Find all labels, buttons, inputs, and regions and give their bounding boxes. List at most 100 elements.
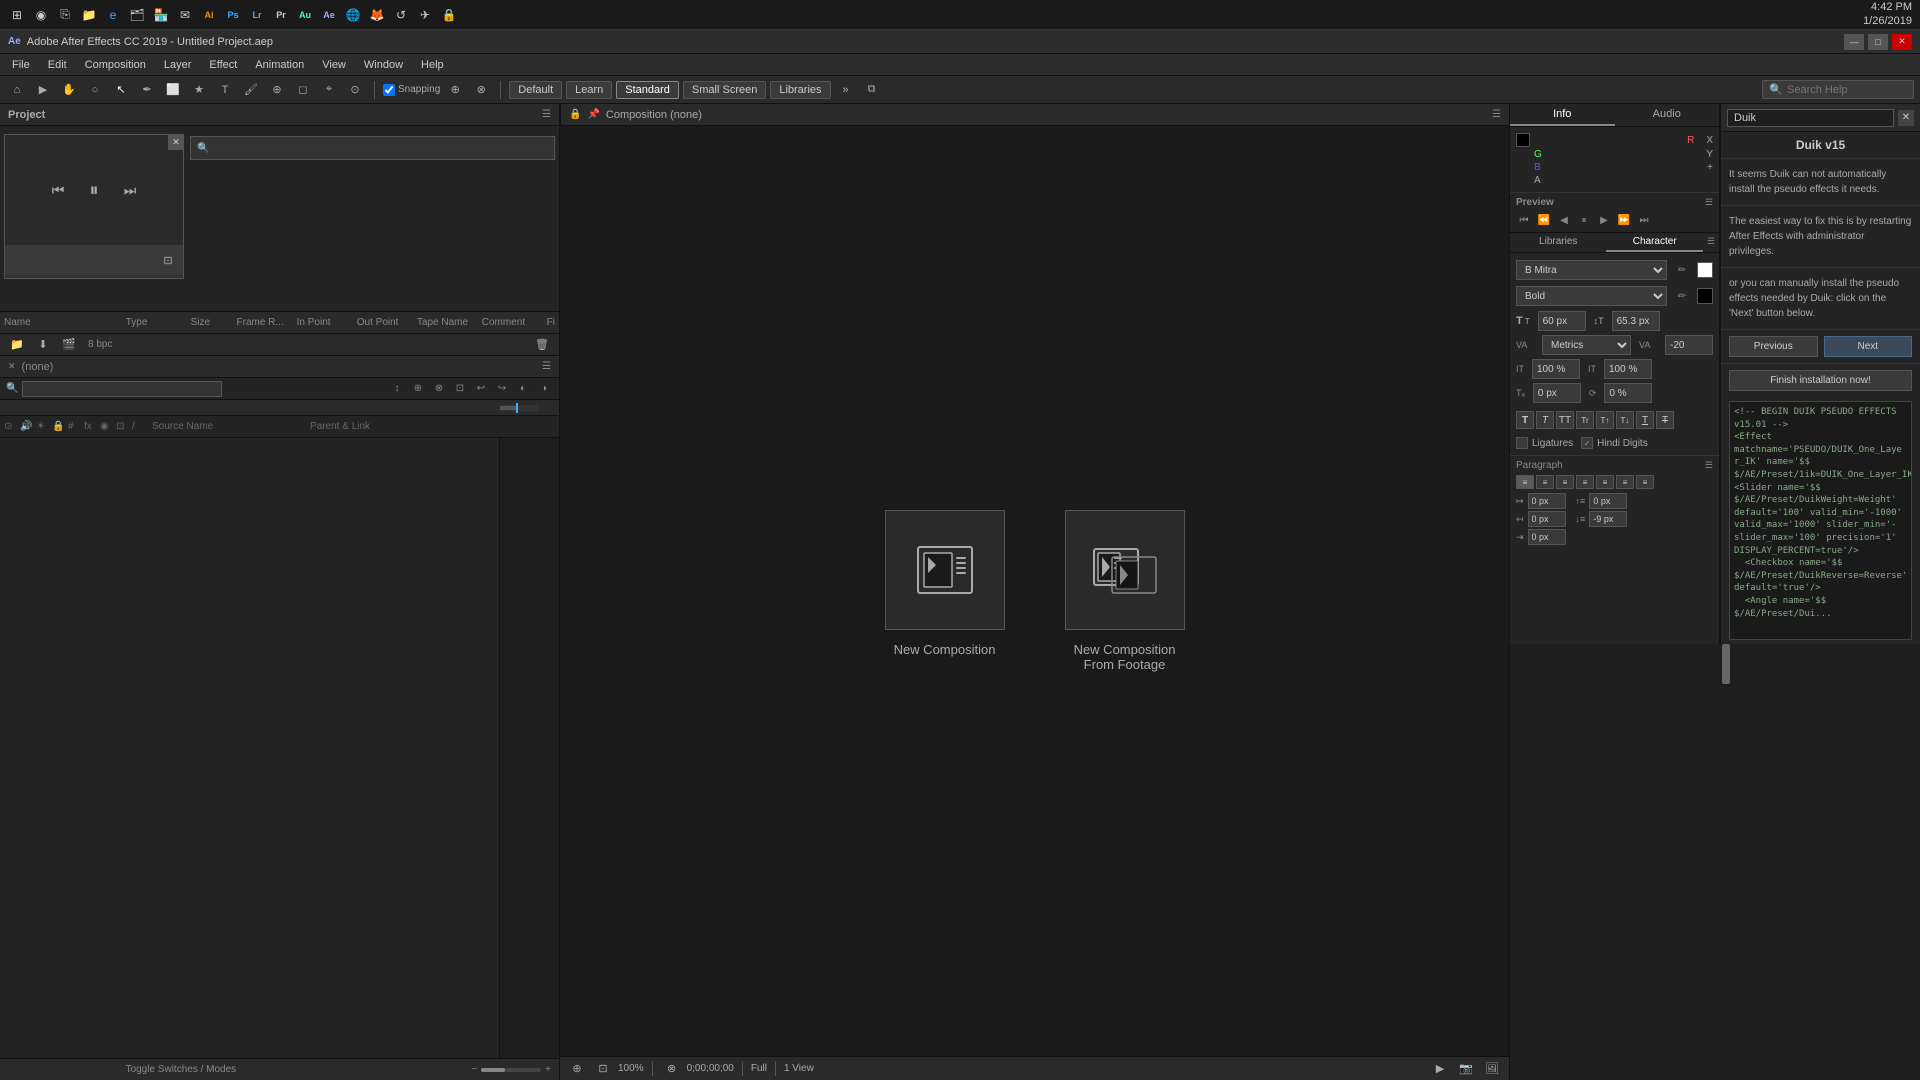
illustrator-icon[interactable]: Ai (200, 6, 218, 24)
duik-install-button[interactable]: Finish installation now! (1729, 370, 1912, 391)
timeline-close-icon[interactable]: ✕ (8, 361, 16, 372)
space-after-input[interactable] (1589, 511, 1627, 527)
panels-icon[interactable]: ⧉ (861, 79, 883, 101)
store-icon[interactable]: 🏪 (152, 6, 170, 24)
shape-tool-icon[interactable]: ★ (188, 79, 210, 101)
font-style-select[interactable]: Bold (1516, 286, 1667, 306)
tl-zoom-slider[interactable] (481, 1068, 541, 1072)
libs-char-menu[interactable]: ☰ (1703, 233, 1719, 252)
refresh-icon[interactable]: ↺ (392, 6, 410, 24)
premiere-icon[interactable]: Pr (272, 6, 290, 24)
scale-v-input[interactable] (1604, 359, 1652, 379)
duik-next-button[interactable]: Next (1824, 336, 1913, 357)
firefox-icon[interactable]: 🦊 (368, 6, 386, 24)
workspace-learn[interactable]: Learn (566, 81, 612, 99)
home-icon[interactable]: ⌂ (6, 79, 28, 101)
preview-next-frame[interactable]: ⏩ (1616, 212, 1632, 228)
workspace-libraries[interactable]: Libraries (770, 81, 830, 99)
project-search[interactable]: 🔍 (190, 136, 555, 160)
comp-grid-icon[interactable]: ⊕ (566, 1058, 588, 1080)
tab-libraries[interactable]: Libraries (1510, 233, 1606, 252)
style-btn-smallcaps[interactable]: Tr (1576, 411, 1594, 429)
pen-tool-icon[interactable]: ✒ (136, 79, 158, 101)
comp-view[interactable]: 1 View (784, 1063, 814, 1074)
comp-resolution[interactable]: Full (751, 1063, 767, 1074)
align-justify-left-btn[interactable]: ≡ (1576, 475, 1594, 489)
duik-code-area[interactable]: <!-- BEGIN DUIK PSEUDO EFFECTS v15.01 --… (1729, 401, 1912, 640)
new-composition-from-footage-option[interactable]: New CompositionFrom Footage (1065, 510, 1185, 672)
snapping-checkbox[interactable]: Snapping (383, 84, 440, 96)
telegram-icon[interactable]: ✈ (416, 6, 434, 24)
menu-file[interactable]: File (4, 57, 38, 73)
tl-tool-6[interactable]: ↪ (493, 380, 511, 398)
comp-header-menu[interactable]: ☰ (1492, 109, 1501, 120)
magnet-icon[interactable]: ⊕ (444, 79, 466, 101)
style-btn-sub[interactable]: T↓ (1616, 411, 1634, 429)
comp-zoom[interactable]: 100% (618, 1063, 644, 1074)
edge-icon[interactable]: e (104, 6, 122, 24)
tl-search-input[interactable] (22, 381, 222, 397)
search-help-bar[interactable]: 🔍 (1762, 80, 1914, 99)
new-folder-icon[interactable]: 📁 (6, 334, 28, 356)
align-justify-all-btn[interactable]: ≡ (1636, 475, 1654, 489)
line-height-input[interactable] (1612, 311, 1660, 331)
delete-icon[interactable]: 🗑 (531, 334, 553, 356)
import-icon[interactable]: ⬇ (32, 334, 54, 356)
transport-start-button[interactable]: ⏮ (46, 178, 70, 202)
mask-tool-icon[interactable]: ⬜ (162, 79, 184, 101)
preview-last-frame[interactable]: ⏭ (1636, 212, 1652, 228)
task-view-icon[interactable]: ⎘ (56, 6, 74, 24)
preview-menu-icon[interactable]: ☰ (1705, 197, 1713, 208)
select-tool-icon[interactable]: ↖ (110, 79, 132, 101)
mini-preview-close-button[interactable]: ✕ (168, 134, 184, 150)
paragraph-menu-icon[interactable]: ☰ (1705, 460, 1713, 471)
brush-tool-icon[interactable]: 🖌 (240, 79, 262, 101)
style-btn-underline[interactable]: T (1636, 411, 1654, 429)
space-before-input[interactable] (1589, 493, 1627, 509)
tl-tool-3[interactable]: ⊗ (430, 380, 448, 398)
tl-tool-2[interactable]: ⊕ (409, 380, 427, 398)
style-btn-allcaps[interactable]: TT (1556, 411, 1574, 429)
explorer-icon[interactable]: 📁 (80, 6, 98, 24)
duik-search-close[interactable]: ✕ (1898, 110, 1914, 126)
ligatures-checkbox[interactable] (1516, 437, 1528, 449)
preview-fullscreen-icon[interactable]: ⊡ (157, 249, 179, 271)
roto-tool-icon[interactable]: ⌖ (318, 79, 340, 101)
kerning-type-select[interactable]: Metrics (1542, 335, 1631, 355)
menu-layer[interactable]: Layer (156, 57, 200, 73)
tl-tool-5[interactable]: ↩ (472, 380, 490, 398)
tl-zoom-out[interactable]: − (471, 1064, 477, 1075)
align-justify-right-btn[interactable]: ≡ (1616, 475, 1634, 489)
duik-search-input[interactable] (1727, 109, 1894, 127)
orbit-icon[interactable]: ○ (84, 79, 106, 101)
lock-icon[interactable]: 🔒 (440, 6, 458, 24)
preview-play-pause[interactable]: ⏸ (1576, 212, 1592, 228)
maximize-button[interactable]: □ (1868, 34, 1888, 50)
font-stroke-swatch[interactable] (1697, 288, 1713, 304)
new-comp-icon[interactable]: 🎬 (58, 334, 80, 356)
workspace-default[interactable]: Default (509, 81, 562, 99)
scale-h-input[interactable] (1532, 359, 1580, 379)
comp-pixel-icon[interactable]: ⊡ (592, 1058, 614, 1080)
style-btn-italic[interactable]: T (1536, 411, 1554, 429)
photoshop-icon[interactable]: Ps (224, 6, 242, 24)
mail-icon[interactable]: ✉ (176, 6, 194, 24)
align-right-btn[interactable]: ≡ (1556, 475, 1574, 489)
duik-previous-button[interactable]: Previous (1729, 336, 1818, 357)
preview-play-next[interactable]: ▶ (1596, 212, 1612, 228)
tracking-input[interactable] (1665, 335, 1713, 355)
lightroom-icon[interactable]: Lr (248, 6, 266, 24)
comp-quality-icon[interactable]: ⊗ (661, 1058, 683, 1080)
eraser-tool-icon[interactable]: ◻ (292, 79, 314, 101)
font-edit-icon[interactable]: ✏ (1671, 259, 1693, 281)
tl-tool-7[interactable]: ◐ (514, 380, 532, 398)
view-options-icon[interactable]: ⊗ (470, 79, 492, 101)
menu-composition[interactable]: Composition (77, 57, 154, 73)
menu-effect[interactable]: Effect (201, 57, 245, 73)
tl-zoom-in[interactable]: + (545, 1064, 551, 1075)
align-center-btn[interactable]: ≡ (1536, 475, 1554, 489)
start-icon[interactable]: ⊞ (8, 6, 26, 24)
timeline-menu-icon[interactable]: ☰ (542, 361, 551, 372)
search-help-input[interactable] (1787, 84, 1907, 96)
comp-show-snapshot-icon[interactable]: 🖼 (1481, 1058, 1503, 1080)
